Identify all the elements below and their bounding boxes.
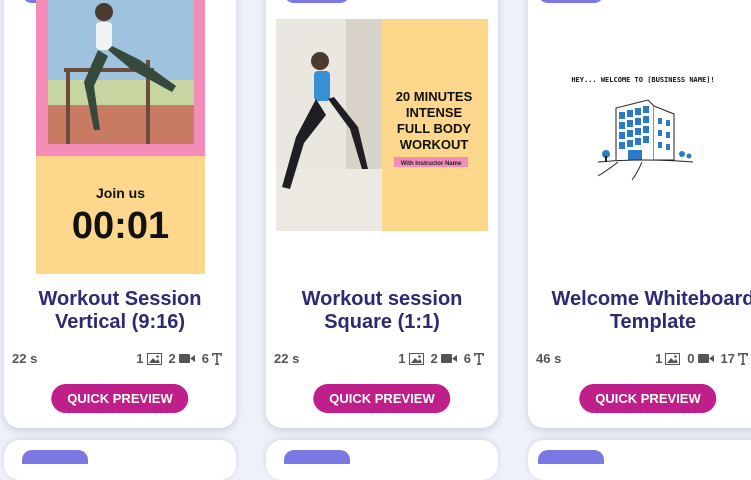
image-count: 1	[655, 351, 663, 366]
asset-counts: 1 2 6	[398, 351, 484, 366]
template-thumbnail: Join us 00:01	[36, 0, 205, 274]
image-count: 1	[398, 351, 406, 366]
template-title: Workout Session Vertical (9:16)	[38, 288, 202, 333]
quick-preview-button[interactable]: QUICK PREVIEW	[51, 384, 189, 413]
quick-preview-button[interactable]: QUICK PREVIEW	[579, 384, 717, 413]
thumb-join-text: Join us	[96, 185, 145, 201]
svg-text:WORKOUT: WORKOUT	[400, 137, 469, 152]
video-icon	[440, 354, 457, 363]
text-icon	[474, 352, 484, 365]
template-card-partial[interactable]	[4, 440, 236, 480]
image-icon	[146, 352, 162, 365]
thumb-welcome-text: HEY... WELCOME TO [BUSINESS NAME]!	[571, 76, 714, 84]
text-icon	[212, 352, 222, 365]
asset-counts: 1 0 17	[655, 351, 748, 366]
duration-label: 22 s	[12, 351, 38, 366]
asset-counts: 1 2 6	[136, 351, 222, 366]
video-count: 2	[168, 351, 176, 366]
card-tag	[284, 0, 350, 3]
card-tag	[22, 450, 88, 464]
text-icon	[738, 352, 748, 365]
template-card-workout-square[interactable]: 20 MINUTES INTENSE FULL BODY WORKOUT Wit…	[266, 0, 498, 428]
svg-text:INTENSE: INTENSE	[406, 105, 463, 120]
template-title: Welcome Whiteboard Template	[551, 288, 751, 333]
card-tag	[538, 0, 604, 3]
video-count: 0	[687, 351, 695, 366]
template-thumbnail: 20 MINUTES INTENSE FULL BODY WORKOUT Wit…	[276, 19, 488, 231]
svg-text:FULL BODY: FULL BODY	[397, 121, 471, 136]
template-thumbnail: HEY... WELCOME TO [BUSINESS NAME]!	[558, 72, 728, 182]
video-icon	[697, 354, 714, 363]
card-tag	[284, 450, 350, 464]
duration-label: 46 s	[536, 351, 562, 366]
image-icon	[408, 352, 424, 365]
card-tag	[538, 450, 604, 464]
template-card-welcome-whiteboard[interactable]: HEY... WELCOME TO [BUSINESS NAME]! Welco…	[528, 0, 751, 428]
video-count: 2	[430, 351, 438, 366]
text-count: 6	[201, 351, 209, 366]
text-count: 6	[463, 351, 471, 366]
template-title: Workout session Square (1:1)	[301, 288, 463, 333]
quick-preview-button[interactable]: QUICK PREVIEW	[313, 384, 451, 413]
thumb-timer-text: 00:01	[72, 205, 169, 247]
duration-label: 22 s	[274, 351, 300, 366]
image-icon	[665, 352, 681, 365]
svg-text:20 MINUTES: 20 MINUTES	[396, 89, 473, 104]
template-card-partial[interactable]	[266, 440, 498, 480]
image-count: 1	[136, 351, 144, 366]
template-card-partial[interactable]	[528, 440, 751, 480]
svg-text:With Instructor Name: With Instructor Name	[401, 161, 462, 167]
text-count: 17	[720, 351, 735, 366]
template-card-workout-vertical[interactable]: Join us 00:01 Workout Session Vertical (…	[4, 0, 236, 428]
video-icon	[178, 354, 195, 363]
